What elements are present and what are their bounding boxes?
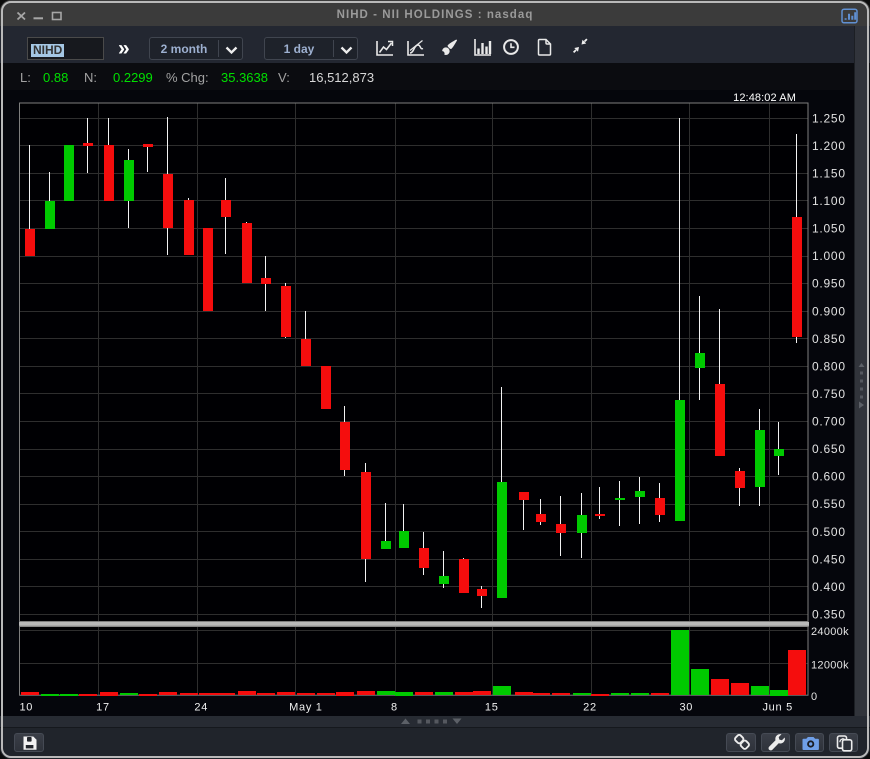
svg-text:0.400: 0.400 [812,580,846,594]
svg-text:0.900: 0.900 [812,304,846,318]
svg-text:0: 0 [811,691,817,703]
svg-text:1.250: 1.250 [812,111,846,125]
svg-text:24000k: 24000k [811,626,849,638]
svg-text:10: 10 [19,702,33,714]
svg-text:0.800: 0.800 [812,359,846,373]
svg-text:0.350: 0.350 [812,608,846,622]
svg-text:0.500: 0.500 [812,525,846,539]
svg-text:0.950: 0.950 [812,277,846,291]
svg-text:0.850: 0.850 [812,332,846,346]
svg-text:0.650: 0.650 [812,442,846,456]
svg-text:8: 8 [391,702,398,714]
svg-text:1.050: 1.050 [812,222,846,236]
svg-text:0.600: 0.600 [812,470,846,484]
svg-text:0.750: 0.750 [812,387,846,401]
svg-text:0.700: 0.700 [812,415,846,429]
svg-text:22: 22 [583,702,597,714]
svg-text:17: 17 [96,702,110,714]
svg-text:15: 15 [485,702,499,714]
svg-text:May 1: May 1 [289,702,322,714]
svg-text:0.450: 0.450 [812,552,846,566]
svg-text:12:48:02 AM: 12:48:02 AM [733,92,796,104]
svg-text:0.550: 0.550 [812,497,846,511]
svg-text:1.200: 1.200 [812,139,846,153]
svg-text:12000k: 12000k [811,660,849,672]
svg-text:1.150: 1.150 [812,166,846,180]
svg-text:1.000: 1.000 [812,249,846,263]
svg-text:30: 30 [679,702,693,714]
svg-text:24: 24 [194,702,208,714]
svg-text:1.100: 1.100 [812,194,846,208]
svg-text:Jun 5: Jun 5 [762,702,792,714]
